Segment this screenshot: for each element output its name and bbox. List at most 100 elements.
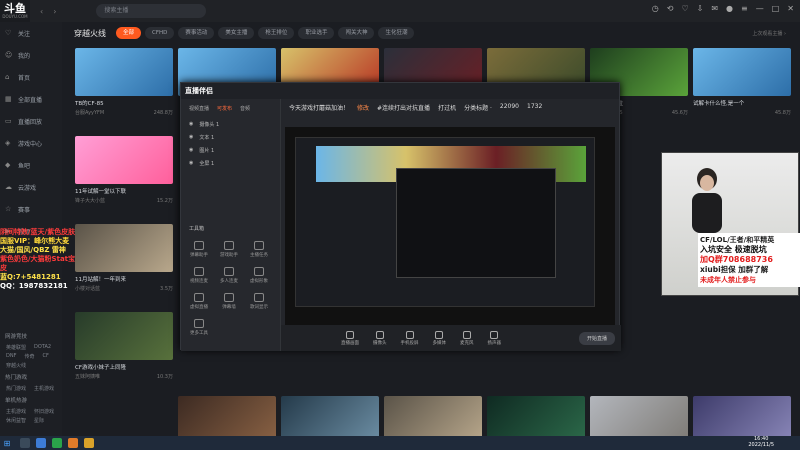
pill-rank[interactable]: 枪王排位: [258, 27, 295, 39]
avatar-icon[interactable]: ●: [726, 4, 733, 13]
phone-cast-button[interactable]: 手机投屏: [401, 330, 419, 346]
app-taskbar-icon[interactable]: [52, 438, 62, 448]
tool-video-link[interactable]: 视频连麦: [185, 267, 213, 284]
back-button[interactable]: ‹: [40, 7, 43, 16]
folder-taskbar-icon[interactable]: [84, 438, 94, 448]
stream-card[interactable]: 试解卡什么怪,是一个 45.8万: [693, 48, 791, 116]
stream-card[interactable]: 山东妹子：没有挑战大Guy子6.5万: [384, 396, 482, 436]
tool-avatar[interactable]: 虚拟形象: [245, 267, 273, 284]
camera-button[interactable]: 摄像头: [373, 330, 387, 346]
sidebar-item-all[interactable]: ▦ 全部直播: [0, 88, 62, 110]
maximize-icon[interactable]: □: [772, 4, 780, 13]
mic-button[interactable]: 麦克风: [460, 330, 474, 346]
tab-audio[interactable]: 音频: [240, 105, 250, 112]
sidebar-link[interactable]: 主机游戏: [34, 385, 54, 392]
search-taskbar-icon[interactable]: [20, 438, 30, 448]
search-input[interactable]: 搜索主播: [96, 4, 207, 18]
tab-video-live[interactable]: 视频直播: [189, 105, 209, 112]
sidebar-link[interactable]: 怀旧游戏: [34, 408, 54, 415]
sidebar-item-mine[interactable]: ☺ 我的: [0, 44, 62, 66]
tool-icon: [194, 319, 204, 328]
tool-danmu-wall[interactable]: 弹幕墙: [215, 293, 243, 310]
eye-icon[interactable]: ◉: [189, 134, 193, 141]
message-icon[interactable]: ✉: [711, 4, 718, 13]
layer-item[interactable]: ◉ 全屏 1: [181, 157, 280, 170]
timer-icon[interactable]: ◷: [652, 4, 659, 13]
layer-item[interactable]: ◉ 文本 1: [181, 131, 280, 144]
promo-line: 入坑安全 极速脱坑: [700, 245, 767, 254]
sidebar-link[interactable]: 主机游戏: [6, 408, 26, 415]
sidebar-item-games[interactable]: ◈ 游戏中心: [0, 132, 62, 154]
preview-canvas[interactable]: [285, 127, 615, 325]
viewer-count: 22090: [499, 103, 519, 110]
media-button[interactable]: 多媒体: [433, 330, 446, 346]
edit-button[interactable]: 修改: [357, 103, 369, 112]
stream-card[interactable]: 新闻开放子大程技休Rally香10046.8万: [487, 396, 585, 436]
download-icon[interactable]: ⇩: [697, 4, 704, 13]
stream-tag[interactable]: #连续打出对抗直播: [377, 103, 430, 112]
logo-subtext: DOUYU.COM: [2, 13, 28, 19]
eye-icon[interactable]: ◉: [189, 121, 193, 128]
douyu-logo[interactable]: 斗鱼 DOUYU.COM: [0, 0, 30, 22]
edge-taskbar-icon[interactable]: [36, 438, 46, 448]
sidebar-link[interactable]: 英雄联盟: [6, 344, 26, 351]
sidebar-link[interactable]: CF: [42, 353, 48, 360]
stream-card[interactable]: 11年试解一堂以下联 锋子大大小蓝 15.2万: [75, 136, 173, 204]
sidebar-link[interactable]: 热门游戏: [6, 385, 26, 392]
sidebar-item-events[interactable]: ☆ 赛事: [0, 198, 62, 220]
close-icon[interactable]: ✕: [787, 4, 794, 13]
sidebar-link[interactable]: DOTA2: [34, 344, 51, 351]
minimize-icon[interactable]: —: [756, 4, 764, 13]
tool-danmu[interactable]: 弹幕助手: [185, 241, 213, 258]
sidebar-item-fishbar[interactable]: ◆ 鱼吧: [0, 154, 62, 176]
sidebar-link[interactable]: DNF: [6, 353, 16, 360]
tool-task[interactable]: 主播任务: [245, 241, 273, 258]
eye-icon[interactable]: ◉: [189, 147, 193, 154]
sidebar-link[interactable]: 星际: [34, 417, 44, 424]
menu-icon[interactable]: ≡: [741, 4, 748, 13]
sidebar-item-follow[interactable]: ♡ 关注: [0, 22, 62, 44]
stream-card[interactable]: TB的CF-85 台服AyyYFM 248.8万: [75, 48, 173, 116]
stream-card[interactable]: 一年新说仁为(上安)大中门道群6.5万: [590, 396, 688, 436]
sidebar-link[interactable]: 休闲益智: [6, 417, 26, 424]
forward-button[interactable]: ›: [53, 7, 56, 16]
pill-all[interactable]: 全部: [116, 27, 142, 39]
start-live-button[interactable]: 开始直播: [578, 332, 615, 345]
pill-challenge[interactable]: 闯关大神: [338, 27, 375, 39]
speaker-button[interactable]: 扬声器: [488, 330, 501, 346]
history-icon[interactable]: ⟲: [667, 4, 674, 13]
tool-multi-link[interactable]: 多人连麦: [215, 267, 243, 284]
douyu-taskbar-icon[interactable]: [68, 438, 78, 448]
pill-beauty[interactable]: 美女主播: [218, 27, 255, 39]
stream-tag-2[interactable]: 打过机: [438, 103, 456, 112]
overlay-text-block: 阴间特效/蓝天/紫色皮肤 国服VIP：峰尔熊大麦 大猫/国风/QBZ 雷神 紫色…: [0, 228, 80, 291]
tool-lyrics[interactable]: 歌词显示: [245, 293, 273, 310]
follow-icon[interactable]: ♡: [681, 4, 688, 13]
sidebar-link[interactable]: 穿越火线: [6, 362, 26, 369]
pill-events[interactable]: 赛事活动: [178, 27, 215, 39]
eye-icon[interactable]: ◉: [189, 160, 193, 167]
tool-game[interactable]: 游戏助手: [215, 241, 243, 258]
tab-publish[interactable]: 可发布: [217, 105, 232, 112]
stream-card[interactable]: 我的小伙伴和平使用宝妹妹10.2万: [178, 396, 276, 436]
tool-virtual[interactable]: 虚拟直播: [185, 293, 213, 310]
layer-item[interactable]: ◉ 摄像头 1: [181, 118, 280, 131]
stream-card[interactable]: CF游戏小妹子上同隆 五妹阿姨唯 10.3万: [75, 312, 173, 380]
stream-card[interactable]: 11月站解！一年到来 小楼对话蓝 3.5万: [75, 224, 173, 292]
streamer-app-logo: 直播伴侣: [185, 87, 213, 95]
stream-thumbnail: [178, 396, 276, 436]
pill-pro[interactable]: 职业选手: [298, 27, 335, 39]
pill-zombie[interactable]: 生化狂潮: [378, 27, 415, 39]
stream-card[interactable]: 手握老白、今天了下5.5万: [693, 396, 791, 436]
sidebar-item-replay[interactable]: ▭ 直播回放: [0, 110, 62, 132]
sidebar-item-home[interactable]: ⌂ 首页: [0, 66, 62, 88]
layer-item[interactable]: ◉ 图片 1: [181, 144, 280, 157]
recent-watched[interactable]: 上次观看主播 ›: [752, 30, 786, 37]
windows-start-icon[interactable]: ⊞: [0, 436, 14, 450]
pill-cfhd[interactable]: CFHD: [145, 27, 175, 39]
tool-more[interactable]: 更多工具: [185, 319, 213, 336]
stream-card[interactable]: 赛事水滴哦之期冲分啦: [281, 396, 379, 436]
add-screen-button[interactable]: 直播画面: [341, 330, 359, 346]
sidebar-link[interactable]: 传奇: [24, 353, 34, 360]
sidebar-item-cloud[interactable]: ☁ 云游戏: [0, 176, 62, 198]
